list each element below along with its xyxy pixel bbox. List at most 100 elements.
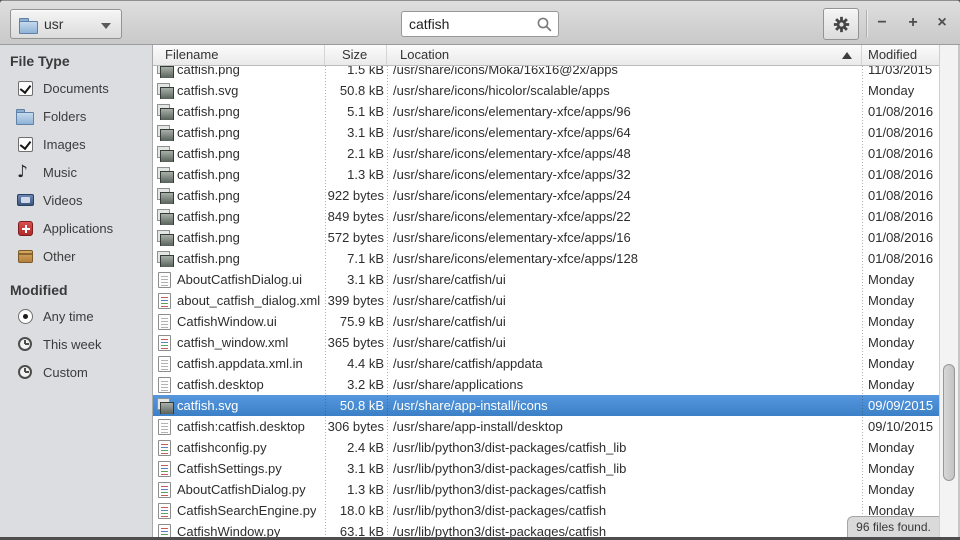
table-row[interactable]: CatfishWindow.ui 75.9 kB /usr/share/catf…: [153, 311, 939, 332]
table-row[interactable]: catfish.svg 50.8 kB /usr/share/icons/hic…: [153, 80, 939, 101]
cell-location: /usr/lib/python3/dist-packages/catfish: [387, 503, 862, 518]
column-separator: [862, 66, 863, 537]
cell-modified: Monday: [862, 293, 939, 308]
code-file-icon: [158, 440, 171, 456]
cell-modified: Monday: [862, 356, 939, 371]
folder-icon[interactable]: [16, 109, 34, 124]
gear-icon: [833, 16, 850, 33]
image-file-icon: [156, 66, 173, 78]
text-file-icon: [158, 272, 171, 288]
table-row[interactable]: catfishconfig.py 2.4 kB /usr/lib/python3…: [153, 437, 939, 458]
cell-filename: catfish.png: [177, 251, 240, 266]
applications-icon[interactable]: [18, 221, 33, 236]
sidebar-item-custom[interactable]: Custom: [0, 358, 152, 386]
other-icon[interactable]: [18, 250, 33, 263]
cell-modified: Monday: [862, 440, 939, 455]
cell-size: 1.3 kB: [325, 482, 387, 497]
image-file-icon: [156, 82, 173, 99]
table-row[interactable]: catfish.png 1.3 kB /usr/share/icons/elem…: [153, 164, 939, 185]
cell-modified: 01/08/2016: [862, 146, 939, 161]
cell-location: /usr/share/catfish/ui: [387, 293, 862, 308]
table-row[interactable]: catfish.desktop 3.2 kB /usr/share/applic…: [153, 374, 939, 395]
vertical-scrollbar[interactable]: [939, 45, 958, 537]
cell-location: /usr/share/catfish/appdata: [387, 356, 862, 371]
sidebar-item-videos[interactable]: Videos: [0, 186, 152, 214]
cell-size: 3.1 kB: [325, 125, 387, 140]
search-input[interactable]: [404, 13, 532, 35]
sidebar-item-any-time[interactable]: Any time: [0, 302, 152, 330]
cell-filename: CatfishSettings.py: [177, 461, 282, 476]
sidebar-item-other[interactable]: Other: [0, 242, 152, 270]
table-row[interactable]: CatfishWindow.py 63.1 kB /usr/lib/python…: [153, 521, 939, 537]
clock-icon[interactable]: [18, 337, 32, 351]
cell-modified: Monday: [862, 461, 939, 476]
settings-button[interactable]: [823, 8, 859, 40]
table-row[interactable]: catfish_window.xml 365 bytes /usr/share/…: [153, 332, 939, 353]
table-row[interactable]: about_catfish_dialog.xml 399 bytes /usr/…: [153, 290, 939, 311]
table-row[interactable]: catfish.png 572 bytes /usr/share/icons/e…: [153, 227, 939, 248]
code-file-icon: [158, 335, 171, 351]
table-row[interactable]: catfish.appdata.xml.in 4.4 kB /usr/share…: [153, 353, 939, 374]
radio-selected-icon[interactable]: [18, 309, 33, 324]
cell-size: 63.1 kB: [325, 524, 387, 537]
scrollbar-thumb[interactable]: [943, 364, 955, 481]
table-row[interactable]: catfish.png 922 bytes /usr/share/icons/e…: [153, 185, 939, 206]
status-bar: 96 files found.: [847, 516, 939, 537]
table-row[interactable]: catfish.png 2.1 kB /usr/share/icons/elem…: [153, 143, 939, 164]
column-header-size[interactable]: Size: [325, 45, 387, 65]
close-button[interactable]: ×: [931, 12, 953, 34]
cell-filename: about_catfish_dialog.xml: [177, 293, 320, 308]
table-row[interactable]: AboutCatfishDialog.py 1.3 kB /usr/lib/py…: [153, 479, 939, 500]
sidebar-item-folders[interactable]: Folders: [0, 102, 152, 130]
column-header-modified[interactable]: Modified: [862, 45, 939, 65]
toolbar: usr − + ×: [0, 0, 960, 45]
table-row[interactable]: catfish.png 1.5 kB /usr/share/icons/Moka…: [153, 66, 939, 80]
cell-location: /usr/share/catfish/ui: [387, 314, 862, 329]
cell-size: 3.1 kB: [325, 272, 387, 287]
table-row[interactable]: catfish:catfish.desktop 306 bytes /usr/s…: [153, 416, 939, 437]
sidebar-item-documents[interactable]: Documents: [0, 74, 152, 102]
catfish-window: usr − + ×: [0, 0, 960, 540]
sidebar-item-images[interactable]: Images: [0, 130, 152, 158]
table-row[interactable]: catfish.png 849 bytes /usr/share/icons/e…: [153, 206, 939, 227]
minimize-button[interactable]: −: [871, 12, 893, 34]
column-header-location[interactable]: Location: [387, 45, 862, 65]
table-row[interactable]: catfish.png 5.1 kB /usr/share/icons/elem…: [153, 101, 939, 122]
cell-filename: catfish.png: [177, 209, 240, 224]
cell-size: 365 bytes: [325, 335, 387, 350]
results-list: catfish.png 1.5 kB /usr/share/icons/Moka…: [153, 66, 939, 537]
column-header-location-label: Location: [400, 47, 449, 62]
table-row[interactable]: catfish.png 3.1 kB /usr/share/icons/elem…: [153, 122, 939, 143]
column-header-filename[interactable]: Filename: [153, 45, 325, 65]
image-file-icon: [156, 145, 173, 162]
cell-modified: 01/08/2016: [862, 125, 939, 140]
checkbox-checked-icon[interactable]: [18, 137, 33, 152]
maximize-button[interactable]: +: [902, 12, 924, 34]
video-icon[interactable]: [17, 194, 34, 206]
filetype-section-header: File Type: [0, 45, 152, 74]
cell-filename: catfish_window.xml: [177, 335, 288, 350]
table-row[interactable]: CatfishSettings.py 3.1 kB /usr/lib/pytho…: [153, 458, 939, 479]
sidebar-item-applications[interactable]: Applications: [0, 214, 152, 242]
cell-modified: 09/09/2015: [862, 398, 939, 413]
search-field: [401, 11, 559, 37]
table-row-selected[interactable]: catfish.svg 50.8 kB /usr/share/app-insta…: [153, 395, 939, 416]
checkbox-checked-icon[interactable]: [18, 81, 33, 96]
image-file-icon: [156, 187, 173, 204]
cell-filename: catfish.png: [177, 125, 240, 140]
sort-ascending-icon: [842, 52, 852, 59]
table-row[interactable]: CatfishSearchEngine.py 18.0 kB /usr/lib/…: [153, 500, 939, 521]
folder-selector-button[interactable]: usr: [10, 9, 122, 39]
table-row[interactable]: AboutCatfishDialog.ui 3.1 kB /usr/share/…: [153, 269, 939, 290]
cell-modified: 01/08/2016: [862, 251, 939, 266]
modified-section-header: Modified: [0, 274, 152, 302]
sidebar-item-this-week[interactable]: This week: [0, 330, 152, 358]
sidebar-item-music[interactable]: Music: [0, 158, 152, 186]
toolbar-separator: [866, 10, 867, 37]
cell-modified: 01/08/2016: [862, 230, 939, 245]
cell-modified: Monday: [862, 335, 939, 350]
cell-location: /usr/share/catfish/ui: [387, 272, 862, 287]
music-icon[interactable]: [17, 163, 33, 181]
clock-icon[interactable]: [18, 365, 32, 379]
table-row[interactable]: catfish.png 7.1 kB /usr/share/icons/elem…: [153, 248, 939, 269]
